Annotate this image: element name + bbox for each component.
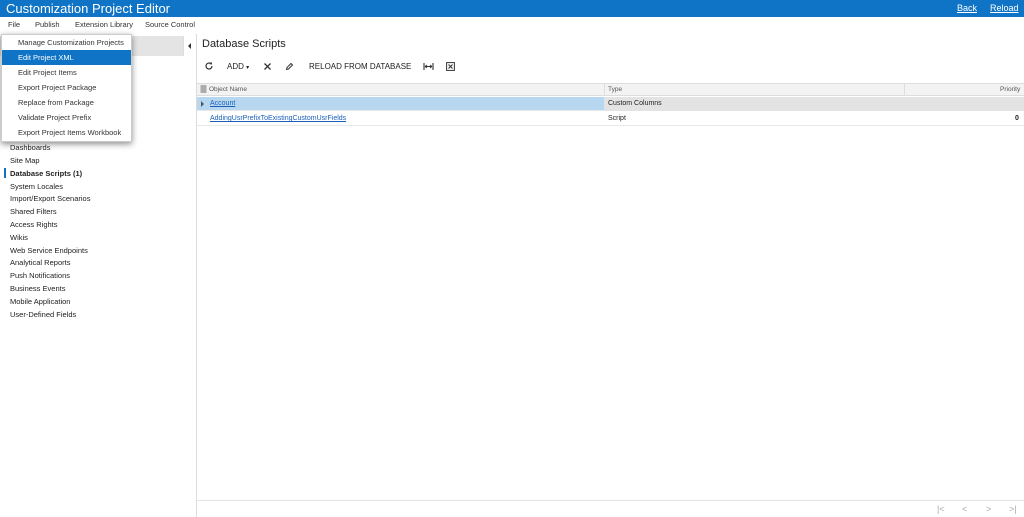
- menu-item-edit-project-xml[interactable]: Edit Project XML: [2, 50, 131, 65]
- column-header-type[interactable]: Type: [608, 84, 622, 96]
- menu-item-export-project-items-workbook[interactable]: Export Project Items Workbook: [2, 125, 131, 140]
- sidebar-item-business-events[interactable]: Business Events: [10, 284, 65, 293]
- toolbar: ADD ▾ RELOAD FROM DATABASE: [200, 60, 500, 74]
- menu-file[interactable]: File: [8, 20, 20, 29]
- chevron-right-icon[interactable]: [201, 101, 204, 107]
- app-title: Customization Project Editor: [6, 1, 171, 16]
- row-type: Script: [608, 115, 626, 122]
- row-type: Custom Columns: [608, 100, 662, 107]
- add-button[interactable]: ADD ▾: [227, 60, 249, 74]
- add-button-label: ADD: [227, 62, 244, 71]
- menu-source-control[interactable]: Source Control: [145, 20, 195, 29]
- sidebar-item-site-map[interactable]: Site Map: [10, 156, 40, 165]
- sidebar-item-wikis[interactable]: Wikis: [10, 233, 28, 242]
- menu-extension-library[interactable]: Extension Library: [75, 20, 133, 29]
- page-title: Database Scripts: [202, 38, 286, 50]
- menu-item-replace-from-package[interactable]: Replace from Package: [2, 95, 131, 110]
- first-page-button[interactable]: |<: [937, 504, 945, 515]
- prev-page-button[interactable]: <: [962, 504, 967, 515]
- file-menu-dropdown: Manage Customization Projects Edit Proje…: [1, 34, 132, 142]
- sidebar-item-user-defined-fields[interactable]: User-Defined Fields: [10, 310, 76, 319]
- sidebar-item-web-service-endpoints[interactable]: Web Service Endpoints: [10, 246, 88, 255]
- last-page-button[interactable]: >|: [1009, 504, 1017, 515]
- sidebar-item-analytical-reports[interactable]: Analytical Reports: [10, 258, 70, 267]
- table-row[interactable]: Account Custom Columns: [197, 97, 1024, 111]
- row-object-name-link[interactable]: AddingUsrPrefixToExistingCustomUsrFields: [210, 112, 346, 126]
- menu-item-validate-project-prefix[interactable]: Validate Project Prefix: [2, 110, 131, 125]
- title-bar: Customization Project Editor Back Reload: [0, 0, 1024, 17]
- back-link[interactable]: Back: [957, 2, 977, 14]
- table-row[interactable]: AddingUsrPrefixToExistingCustomUsrFields…: [197, 112, 1024, 126]
- refresh-icon[interactable]: [204, 61, 214, 75]
- sidebar-item-access-rights[interactable]: Access Rights: [10, 220, 58, 229]
- column-separator: [904, 84, 905, 96]
- database-scripts-grid: Object Name Type Priority Account Custom…: [197, 83, 1024, 500]
- close-icon[interactable]: [263, 62, 272, 76]
- grid-header: Object Name Type Priority: [197, 84, 1024, 96]
- pencil-icon[interactable]: [285, 62, 294, 76]
- column-header-priority[interactable]: Priority: [1000, 84, 1020, 96]
- sidebar-item-push-notifications[interactable]: Push Notifications: [10, 271, 70, 280]
- sidebar-item-dashboards[interactable]: Dashboards: [10, 143, 50, 152]
- menu-bar: File Publish Extension Library Source Co…: [0, 17, 1024, 34]
- column-header-object-name[interactable]: Object Name: [209, 84, 247, 96]
- column-settings-icon[interactable]: [200, 85, 207, 97]
- sidebar-item-mobile-application[interactable]: Mobile Application: [10, 297, 70, 306]
- column-separator: [604, 84, 605, 96]
- row-type-background: [604, 97, 1024, 111]
- sidebar-item-import-export-scenarios[interactable]: Import/Export Scenarios: [10, 194, 90, 203]
- sidebar-item-database-scripts[interactable]: Database Scripts (1): [10, 169, 82, 178]
- menu-publish[interactable]: Publish: [35, 20, 60, 29]
- sidebar-item-system-locales[interactable]: System Locales: [10, 182, 63, 191]
- menu-item-manage-customization-projects[interactable]: Manage Customization Projects: [2, 35, 131, 50]
- row-object-name-link[interactable]: Account: [210, 97, 235, 111]
- next-page-button[interactable]: >: [986, 504, 991, 515]
- active-indicator: [4, 168, 6, 178]
- fit-columns-icon[interactable]: [423, 62, 434, 76]
- row-priority: 0: [1015, 115, 1019, 122]
- reload-from-database-button[interactable]: RELOAD FROM DATABASE: [309, 60, 411, 74]
- menu-item-export-project-package[interactable]: Export Project Package: [2, 80, 131, 95]
- menu-item-edit-project-items[interactable]: Edit Project Items: [2, 65, 131, 80]
- pager: |< < > >|: [197, 500, 1024, 517]
- reload-link[interactable]: Reload: [990, 2, 1019, 14]
- sidebar-item-shared-filters[interactable]: Shared Filters: [10, 207, 57, 216]
- collapse-sidebar-icon[interactable]: [183, 36, 195, 56]
- chevron-down-icon: ▾: [246, 65, 250, 71]
- export-excel-icon[interactable]: [446, 62, 455, 76]
